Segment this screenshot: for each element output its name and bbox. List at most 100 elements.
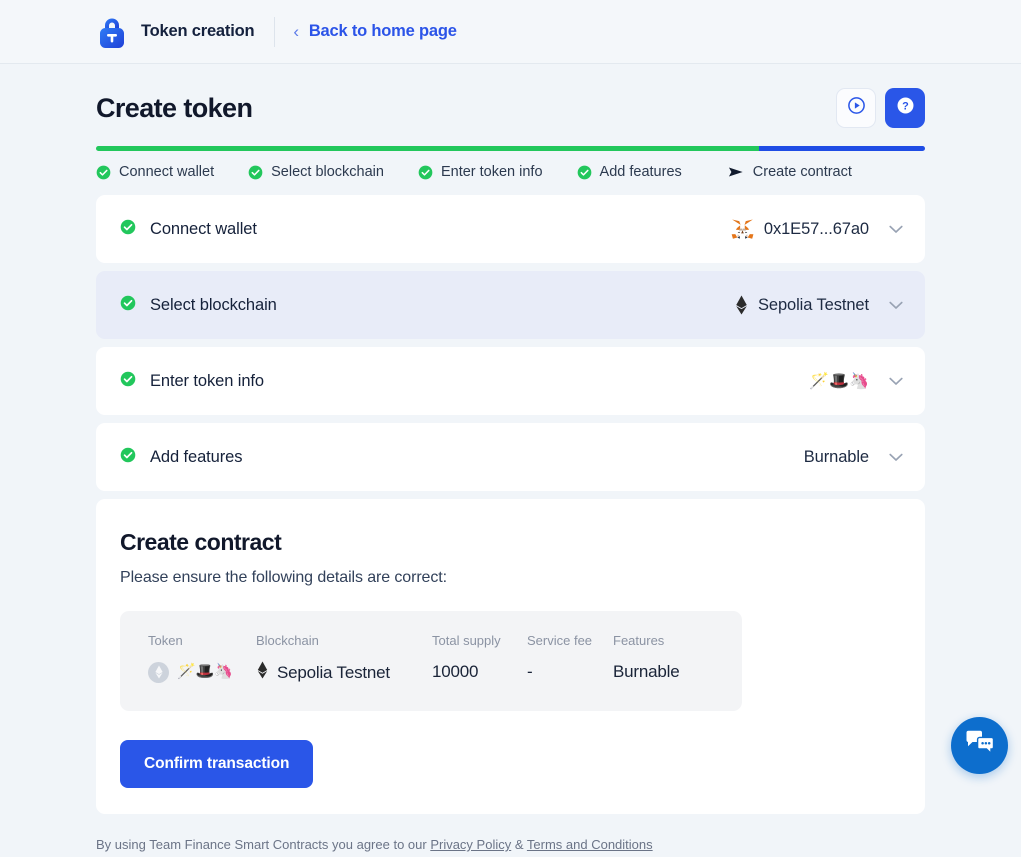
help-button[interactable]: ?	[885, 88, 925, 128]
accordion-left: Add features	[120, 447, 242, 468]
chevron-down-icon[interactable]	[889, 299, 903, 312]
accordion-right: Sepolia Testnet	[734, 295, 903, 315]
check-circle-icon	[96, 165, 111, 180]
back-to-home-link[interactable]: ‹ Back to home page	[293, 22, 456, 41]
title-row: Create token ?	[96, 64, 925, 146]
progress-bar	[96, 146, 925, 151]
footer-text-before: By using Team Finance Smart Contracts yo…	[96, 837, 430, 852]
chevron-down-icon[interactable]	[889, 375, 903, 388]
page-content: Create token ?	[0, 64, 1021, 814]
chevron-down-icon[interactable]	[889, 451, 903, 464]
section-title: Create contract	[120, 529, 901, 556]
accordion-label: Connect wallet	[150, 220, 257, 239]
progress-completed-segment	[96, 146, 759, 151]
summary-column-blockchain: Blockchain Sepolia Testnet	[256, 633, 432, 685]
summary-header-service-fee: Service fee	[527, 633, 613, 648]
privacy-policy-link[interactable]: Privacy Policy	[430, 837, 511, 852]
ethereum-diamond-icon	[734, 295, 749, 315]
summary-header-token: Token	[148, 633, 256, 648]
step-label: Enter token info	[441, 164, 543, 180]
summary-value-total-supply: 10000	[432, 661, 527, 683]
chat-widget-button[interactable]	[951, 717, 1008, 774]
ethereum-diamond-icon	[256, 661, 269, 685]
summary-value-features: Burnable	[613, 661, 679, 683]
step-label: Connect wallet	[119, 164, 214, 180]
accordion-left: Enter token info	[120, 371, 264, 392]
play-circle-icon	[847, 96, 866, 120]
create-contract-card: Create contract Please ensure the follow…	[96, 499, 925, 814]
chevron-down-icon[interactable]	[889, 223, 903, 236]
send-arrow-icon	[728, 165, 745, 180]
footer: By using Team Finance Smart Contracts yo…	[0, 814, 1021, 857]
footer-line-1: By using Team Finance Smart Contracts yo…	[96, 830, 925, 857]
svg-text:?: ?	[902, 101, 909, 113]
progress-current-segment	[759, 146, 925, 151]
summary-column-token: Token 🪄🎩🦄	[148, 633, 256, 685]
step-add-features[interactable]: Add features	[577, 164, 682, 180]
accordion-left: Select blockchain	[120, 295, 277, 316]
check-circle-icon	[120, 295, 136, 316]
accordion-select-blockchain[interactable]: Select blockchain Sepolia Testnet	[96, 271, 925, 339]
accordion-label: Enter token info	[150, 372, 264, 391]
accordion-left: Connect wallet	[120, 219, 257, 240]
header-divider	[274, 17, 275, 47]
confirm-transaction-button[interactable]: Confirm transaction	[120, 740, 313, 788]
chevron-left-icon: ‹	[293, 23, 298, 40]
terms-and-conditions-link[interactable]: Terms and Conditions	[527, 837, 653, 852]
check-circle-icon	[248, 165, 263, 180]
accordion-right: 🪄🎩🦄	[809, 371, 903, 391]
accordion-right: 0x1E57...67a0	[730, 218, 903, 241]
summary-value-service-fee: -	[527, 661, 613, 683]
step-select-blockchain[interactable]: Select blockchain	[248, 164, 384, 180]
blockchain-name: Sepolia Testnet	[277, 662, 390, 684]
video-tutorial-button[interactable]	[836, 88, 876, 128]
summary-column-service-fee: Service fee -	[527, 633, 613, 685]
top-bar: Token creation ‹ Back to home page	[0, 0, 1021, 64]
token-name-emoji: 🪄🎩🦄	[809, 371, 869, 391]
padlock-token-icon	[96, 15, 128, 49]
summary-column-features: Features Burnable	[613, 633, 679, 685]
token-emoji: 🪄🎩🦄	[177, 661, 232, 683]
check-circle-icon	[120, 219, 136, 240]
accordion-label: Select blockchain	[150, 296, 277, 315]
step-create-contract[interactable]: Create contract	[728, 164, 852, 180]
step-label: Create contract	[753, 164, 852, 180]
check-circle-icon	[120, 371, 136, 392]
accordion-enter-token-info[interactable]: Enter token info 🪄🎩🦄	[96, 347, 925, 415]
summary-value-token: 🪄🎩🦄	[148, 661, 256, 683]
footer-ampersand: &	[511, 837, 527, 852]
metamask-fox-icon	[730, 218, 755, 241]
step-label: Add features	[600, 164, 682, 180]
step-enter-token-info[interactable]: Enter token info	[418, 164, 543, 180]
chat-bubbles-icon	[965, 730, 995, 761]
summary-table: Token 🪄🎩🦄 Blockchain	[120, 611, 742, 711]
summary-header-features: Features	[613, 633, 679, 648]
features-value: Burnable	[804, 448, 869, 467]
brand-title: Token creation	[141, 22, 254, 41]
wallet-address-text: 0x1E57...67a0	[764, 220, 869, 239]
step-connect-wallet[interactable]: Connect wallet	[96, 164, 214, 180]
check-circle-icon	[418, 165, 433, 180]
ethereum-diamond-icon	[148, 662, 169, 683]
accordion-add-features[interactable]: Add features Burnable	[96, 423, 925, 491]
accordion-right: Burnable	[804, 448, 903, 467]
summary-column-total-supply: Total supply 10000	[432, 633, 527, 685]
accordion-label: Add features	[150, 448, 242, 467]
blockchain-value: Sepolia Testnet	[734, 295, 869, 315]
check-circle-icon	[577, 165, 592, 180]
page-title: Create token	[96, 93, 252, 124]
brand: Token creation	[96, 15, 272, 49]
blockchain-name: Sepolia Testnet	[758, 296, 869, 315]
question-mark-icon: ?	[896, 96, 915, 120]
wallet-address-value: 0x1E57...67a0	[730, 218, 869, 241]
accordion-connect-wallet[interactable]: Connect wallet	[96, 195, 925, 263]
summary-header-blockchain: Blockchain	[256, 633, 432, 648]
summary-value-blockchain: Sepolia Testnet	[256, 661, 432, 685]
step-label: Select blockchain	[271, 164, 384, 180]
section-subtitle: Please ensure the following details are …	[120, 569, 901, 587]
stepper: Connect wallet Select blockchain Enter t…	[96, 151, 925, 195]
summary-header-total-supply: Total supply	[432, 633, 527, 648]
title-actions: ?	[836, 88, 925, 128]
check-circle-icon	[120, 447, 136, 468]
back-link-label: Back to home page	[309, 22, 457, 41]
